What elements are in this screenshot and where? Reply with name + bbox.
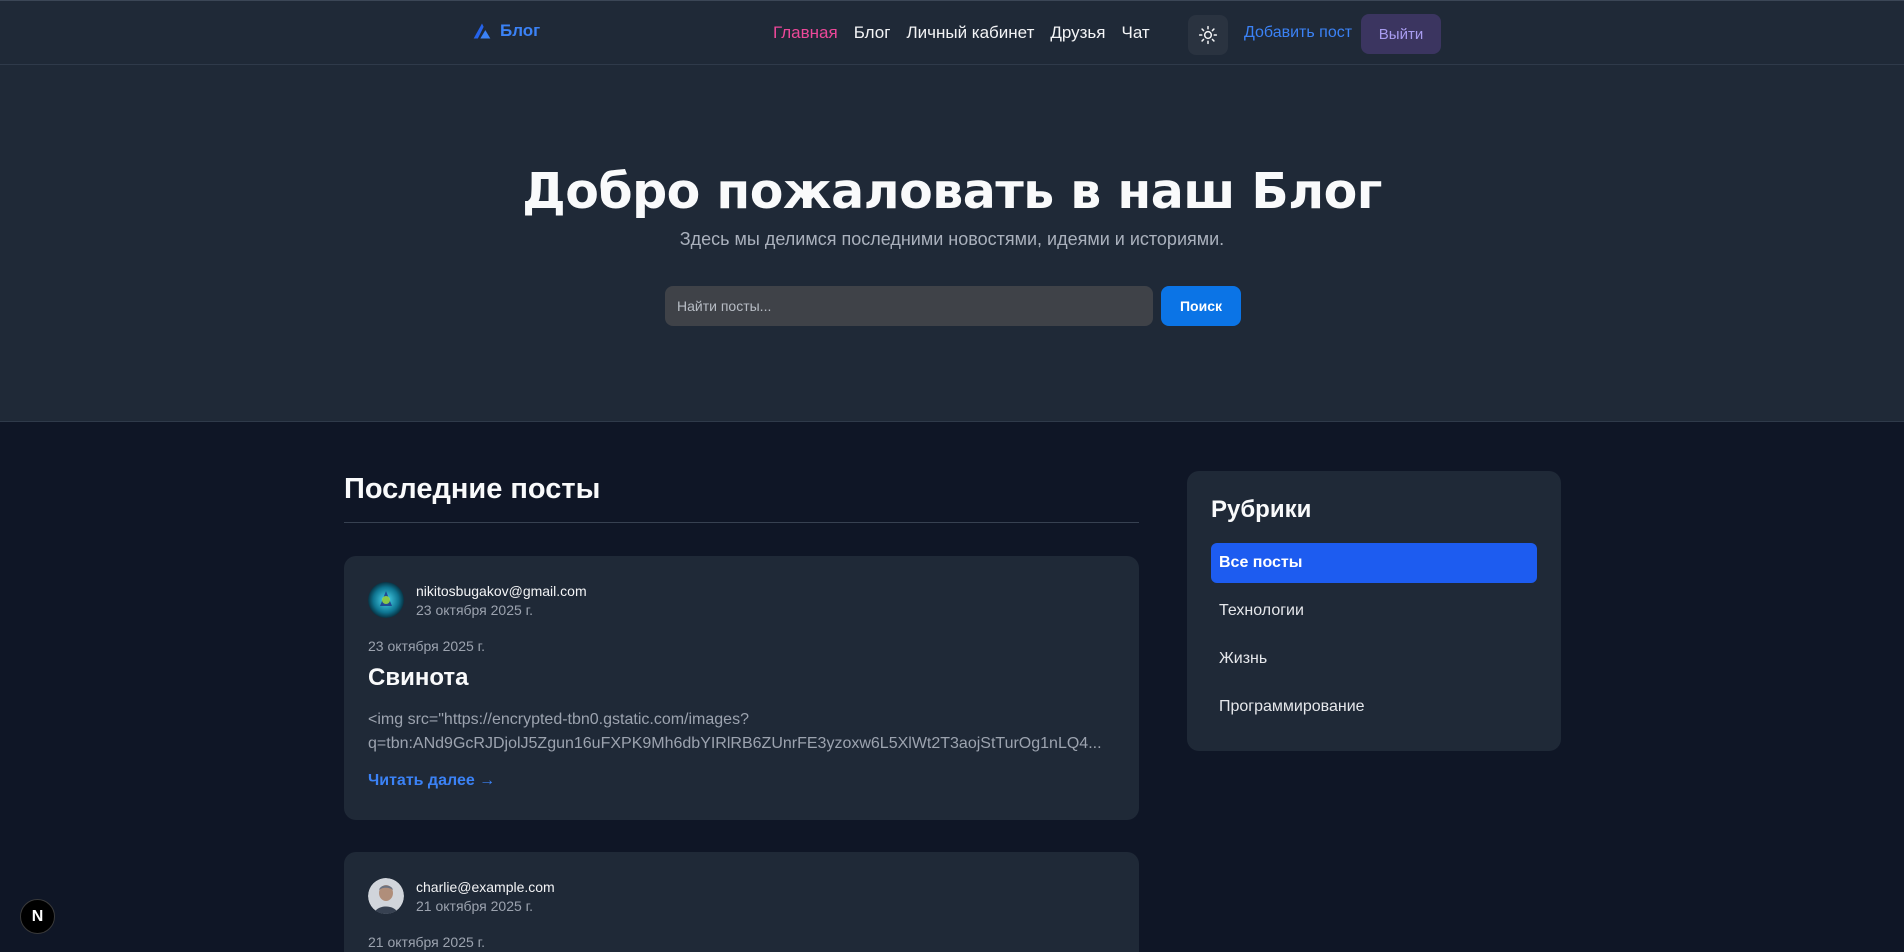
post-author-block: charlie@example.com 21 октября 2025 г.: [368, 878, 555, 914]
nav-profile[interactable]: Личный кабинет: [906, 23, 1034, 43]
search-button[interactable]: Поиск: [1161, 286, 1241, 326]
sidebar-title: Рубрики: [1211, 496, 1312, 523]
post-card: nikitosbugakov@gmail.com 23 октября 2025…: [344, 556, 1139, 820]
category-programming[interactable]: Программирование: [1211, 687, 1537, 727]
logo-link[interactable]: Блог: [472, 21, 540, 41]
category-tech[interactable]: Технологии: [1211, 591, 1537, 631]
category-life[interactable]: Жизнь: [1211, 639, 1537, 679]
nav-home[interactable]: Главная: [773, 23, 838, 43]
posts-section-title: Последние посты: [344, 473, 601, 505]
post-author-block: nikitosbugakov@gmail.com 23 октября 2025…: [368, 582, 587, 618]
avatar[interactable]: [368, 582, 404, 618]
divider: [344, 522, 1139, 523]
top-navbar: Блог Главная Блог Личный кабинет Друзья …: [0, 0, 1904, 65]
hero-section: Добро пожаловать в наш Блог Здесь мы дел…: [0, 65, 1904, 422]
post-title[interactable]: Свинота: [368, 664, 469, 692]
post-author[interactable]: charlie@example.com: [416, 879, 555, 895]
post-date: 21 октября 2025 г.: [368, 934, 485, 950]
theme-toggle-button[interactable]: [1188, 15, 1228, 55]
logo-text: Блог: [500, 21, 541, 40]
nav-friends[interactable]: Друзья: [1050, 23, 1105, 43]
post-date: 23 октября 2025 г.: [368, 638, 485, 654]
post-excerpt-line: <img src="https://encrypted-tbn0.gstatic…: [368, 711, 749, 728]
post-excerpt-line: q=tbn:ANd9GcRJDjolJ5Zgun16uFXPK9Mh6dbYIR…: [368, 735, 1102, 752]
category-all[interactable]: Все посты: [1211, 543, 1537, 583]
post-excerpt: <img src="https://encrypted-tbn0.gstatic…: [368, 708, 1108, 756]
logo-icon: [473, 23, 491, 39]
categories-sidebar: Рубрики Все посты Технологии Жизнь Прогр…: [1187, 471, 1561, 751]
post-card: charlie@example.com 21 октября 2025 г. 2…: [344, 852, 1139, 952]
hero-title: Добро пожаловать в наш Блог: [522, 163, 1382, 220]
read-more-link[interactable]: Читать далее →: [368, 772, 495, 790]
add-post-link[interactable]: Добавить пост: [1244, 24, 1352, 42]
nav-blog[interactable]: Блог: [854, 23, 891, 43]
search-input[interactable]: [665, 286, 1153, 326]
post-author-date: 21 октября 2025 г.: [416, 897, 533, 914]
avatar[interactable]: [368, 878, 404, 914]
logout-button[interactable]: Выйти: [1361, 14, 1441, 54]
nextjs-badge[interactable]: N: [20, 899, 55, 934]
hero-subtitle: Здесь мы делимся последними новостями, и…: [679, 229, 1225, 249]
main-nav: Главная Блог Личный кабинет Друзья Чат: [773, 23, 1150, 43]
nav-chat[interactable]: Чат: [1122, 23, 1150, 43]
post-author[interactable]: nikitosbugakov@gmail.com: [416, 583, 587, 599]
sun-icon: [1198, 25, 1218, 45]
post-author-date: 23 октября 2025 г.: [416, 601, 533, 618]
